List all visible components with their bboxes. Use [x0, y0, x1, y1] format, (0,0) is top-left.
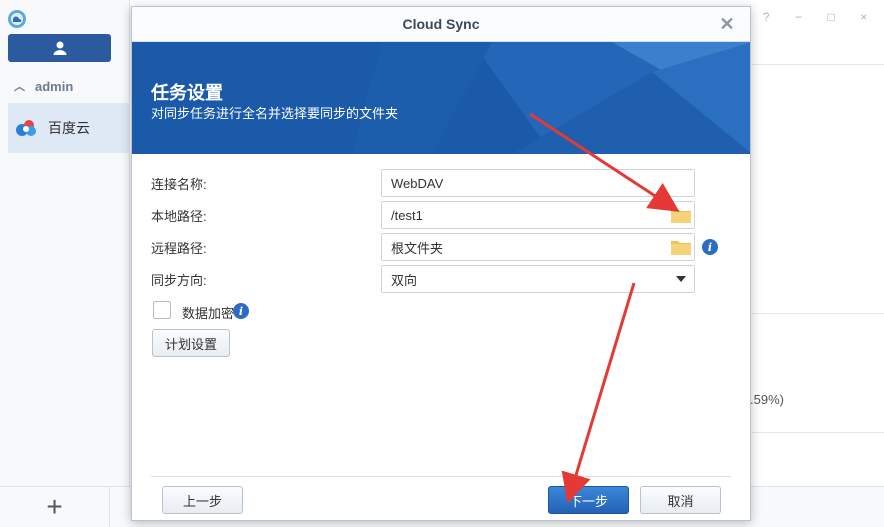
help-icon[interactable]: ? — [763, 10, 770, 24]
sync-direction-row: 同步方向: — [151, 266, 351, 292]
schedule-settings-button[interactable]: 计划设置 — [152, 329, 230, 357]
banner-subtitle: 对同步任务进行全名并选择要同步的文件夹 — [151, 106, 399, 121]
divider — [752, 64, 884, 65]
cancel-button[interactable]: 取消 — [640, 486, 721, 514]
connection-name-input[interactable]: WebDAV — [381, 169, 695, 197]
folder-icon[interactable] — [670, 238, 692, 256]
connection-name-value: WebDAV — [391, 175, 444, 191]
info-icon[interactable]: i — [233, 303, 249, 319]
dialog-title: Cloud Sync — [402, 16, 480, 32]
usage-percent-text: .59%) — [750, 392, 784, 407]
connection-name-row: 连接名称: — [151, 170, 351, 196]
wizard-banner: 任务设置 对同步任务进行全名并选择要同步的文件夹 — [132, 42, 750, 154]
remote-path-label: 远程路径: — [151, 240, 207, 256]
minimize-icon[interactable]: − — [795, 10, 802, 24]
local-path-label: 本地路径: — [151, 208, 207, 224]
prev-button-label: 上一步 — [182, 493, 222, 509]
local-path-value: /test1 — [391, 207, 423, 223]
sidebar: ︿ admin 百度云 — [0, 0, 130, 527]
remote-path-input[interactable]: 根文件夹 — [381, 233, 695, 261]
cloud-sync-logo-icon — [8, 10, 26, 28]
local-path-input[interactable]: /test1 — [381, 201, 695, 229]
remote-path-value: 根文件夹 — [391, 240, 444, 256]
banner-background — [132, 42, 750, 154]
cancel-button-label: 取消 — [667, 493, 694, 509]
task-settings-dialog: Cloud Sync ✕ 任务设置 对同步任务进行全名并选择要同步的文件夹 连接… — [131, 6, 751, 521]
footer-divider — [151, 476, 731, 477]
folder-icon[interactable] — [670, 206, 692, 224]
sync-direction-select[interactable]: 双向 — [381, 265, 695, 293]
window-controls: ? − □ × — [750, 6, 880, 28]
close-icon[interactable]: ✕ — [718, 14, 736, 34]
remote-path-row: 远程路径: — [151, 234, 351, 260]
chevron-down-icon — [676, 276, 686, 282]
sidebar-item-baidu[interactable]: 百度云 — [8, 103, 130, 153]
divider — [752, 432, 884, 433]
encrypt-label: 数据加密 — [182, 306, 235, 321]
banner-title: 任务设置 — [151, 83, 223, 103]
sync-direction-label: 同步方向: — [151, 272, 207, 288]
local-path-row: 本地路径: — [151, 202, 351, 228]
next-button-label: 下一步 — [568, 493, 608, 509]
dialog-title-bar: Cloud Sync ✕ — [132, 7, 750, 42]
chevron-up-icon: ︿ — [14, 81, 25, 93]
user-button[interactable] — [8, 34, 111, 62]
service-label: 百度云 — [48, 120, 90, 136]
maximize-icon[interactable]: □ — [827, 10, 834, 24]
add-button[interactable]: + — [0, 486, 110, 527]
user-icon — [53, 41, 66, 55]
next-button[interactable]: 下一步 — [548, 486, 629, 514]
prev-button[interactable]: 上一步 — [162, 486, 243, 514]
connection-name-label: 连接名称: — [151, 176, 207, 192]
encrypt-checkbox[interactable] — [153, 301, 171, 319]
divider — [752, 313, 884, 314]
info-icon[interactable]: i — [702, 239, 718, 255]
sync-direction-value: 双向 — [391, 272, 418, 288]
account-header[interactable]: ︿ admin — [0, 72, 130, 100]
baidu-cloud-icon — [16, 120, 36, 136]
schedule-settings-label: 计划设置 — [164, 336, 217, 352]
window-close-icon[interactable]: × — [860, 10, 867, 24]
account-name: admin — [35, 78, 74, 94]
